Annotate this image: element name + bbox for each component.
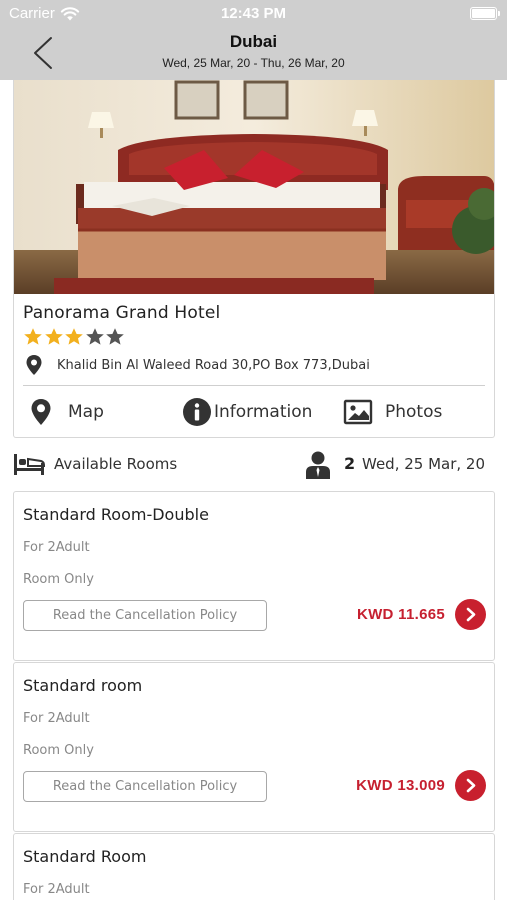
guest-icon <box>306 451 330 479</box>
star-filled-icon <box>44 328 63 345</box>
status-bar: Carrier 12:43 PM <box>0 0 507 28</box>
select-room-button[interactable] <box>455 599 486 630</box>
info-icon <box>183 398 211 426</box>
chevron-right-icon <box>466 778 476 793</box>
room-card[interactable]: Standard Room For 2Adult <box>13 833 495 900</box>
information-button[interactable]: Information <box>182 396 327 428</box>
photos-label: Photos <box>385 402 443 422</box>
page-title: Dubai <box>229 32 278 51</box>
room-title: Standard Room-Double <box>23 505 209 524</box>
hotel-name: Panorama Grand Hotel <box>23 303 221 323</box>
room-board-type: Room Only <box>23 743 94 758</box>
room-occupancy: For 2Adult <box>23 711 90 726</box>
cancellation-policy-button[interactable]: Read the Cancellation Policy <box>23 600 267 631</box>
status-time: 12:43 PM <box>220 5 287 22</box>
select-room-button[interactable] <box>455 770 486 801</box>
available-rooms-label: Available Rooms <box>54 455 178 473</box>
room-board-type: Room Only <box>23 572 94 587</box>
divider <box>23 385 485 386</box>
room-occupancy: For 2Adult <box>23 540 90 555</box>
map-label: Map <box>68 402 104 422</box>
battery-icon <box>470 7 500 20</box>
room-card[interactable]: Standard Room-Double For 2Adult Room Onl… <box>13 491 495 661</box>
chevron-right-icon <box>466 607 476 622</box>
map-button[interactable]: Map <box>26 396 104 428</box>
room-title: Standard Room <box>23 847 147 866</box>
cancellation-policy-button[interactable]: Read the Cancellation Policy <box>23 771 267 802</box>
map-pin-icon <box>31 399 51 425</box>
star-filled-icon <box>24 328 42 345</box>
guest-count: 2 <box>344 454 356 473</box>
bed-icon <box>14 454 45 475</box>
hotel-card: Panorama Grand Hotel Khalid Bin Al Walee… <box>13 80 495 438</box>
photos-button[interactable]: Photos <box>343 396 442 428</box>
room-occupancy: For 2Adult <box>23 882 90 897</box>
room-card[interactable]: Standard room For 2Adult Room Only Read … <box>13 662 495 832</box>
information-label: Information <box>214 402 313 422</box>
navigation-header: Carrier 12:43 PM Dubai Wed, 25 Mar, 20 -… <box>0 0 507 80</box>
star-rating <box>23 327 126 349</box>
check-in-date: Wed, 25 Mar, 20 <box>362 455 486 473</box>
hotel-address: Khalid Bin Al Waleed Road 30,PO Box 773,… <box>23 354 370 376</box>
star-filled-icon <box>65 328 83 345</box>
room-price: KWD 11.665 <box>356 606 445 623</box>
address-text: Khalid Bin Al Waleed Road 30,PO Box 773,… <box>57 357 370 373</box>
date-range: Wed, 25 Mar, 20 - Thu, 26 Mar, 20 <box>162 56 345 70</box>
location-pin-icon <box>26 355 42 375</box>
available-rooms-header: Available Rooms 2 Wed, 25 Mar, 20 <box>13 450 495 480</box>
hotel-room-photo[interactable] <box>14 80 495 294</box>
photo-gallery-icon <box>343 399 373 425</box>
room-price: KWD 13.009 <box>356 777 445 794</box>
room-title: Standard room <box>23 676 143 695</box>
star-empty-icon <box>85 328 104 345</box>
star-empty-icon <box>106 328 124 345</box>
